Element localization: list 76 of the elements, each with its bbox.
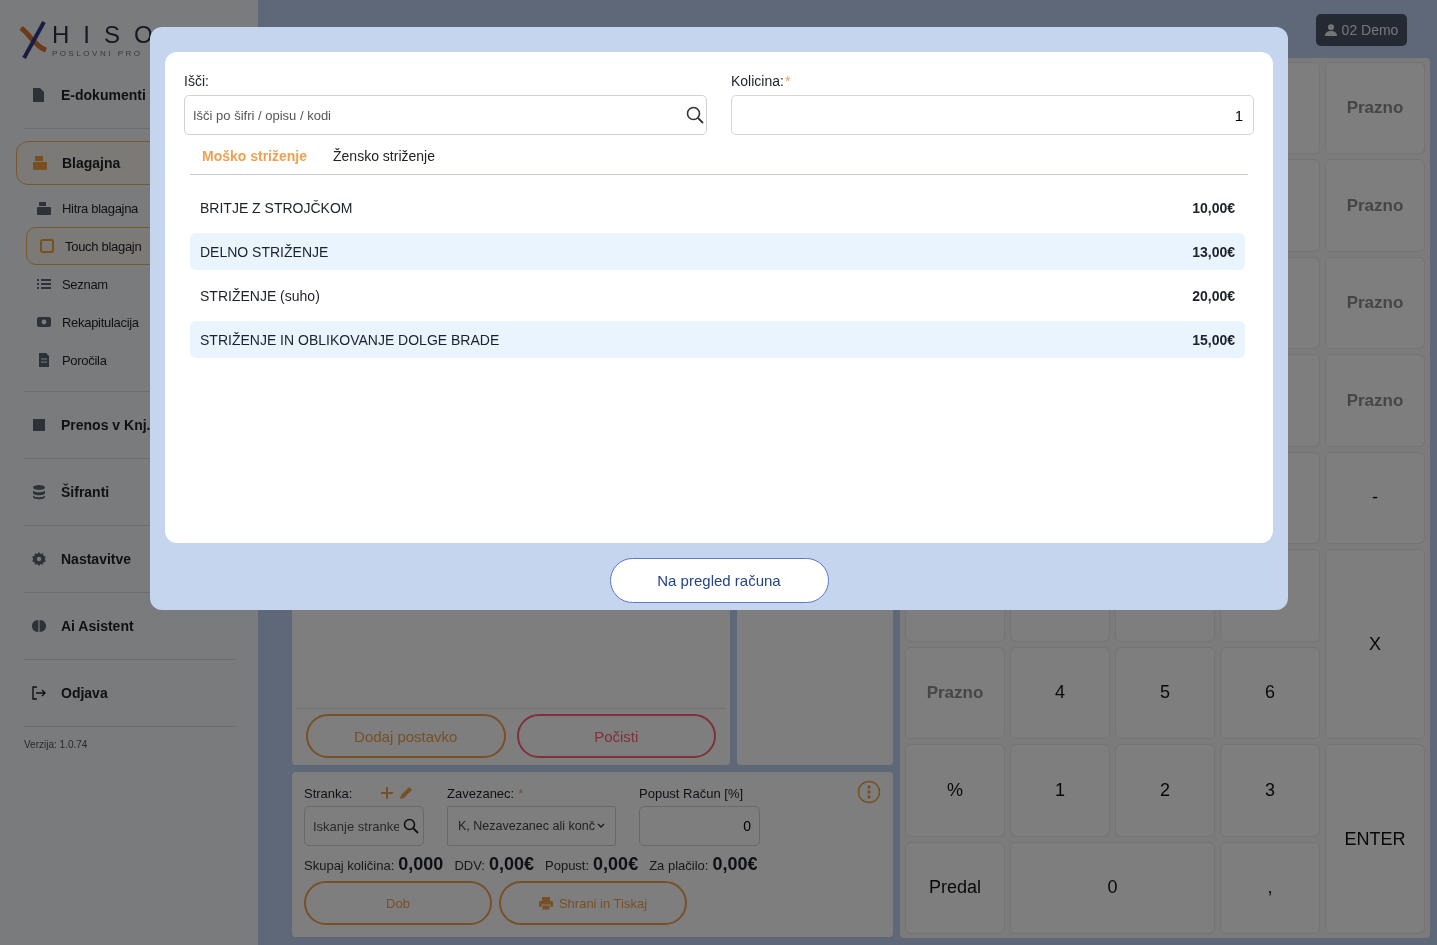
- product-row[interactable]: DELNO STRIŽENJE 13,00€: [190, 233, 1245, 270]
- search-icon: [403, 818, 419, 834]
- keypad-key[interactable]: ENTER: [1325, 744, 1425, 934]
- keypad-key[interactable]: Predal: [905, 841, 1005, 934]
- pencil-icon: [398, 785, 415, 801]
- product-row[interactable]: STRIŽENJE (suho) 20,00€: [190, 277, 1245, 314]
- version-text: Verzija: 1.0.74: [24, 739, 89, 750]
- product-price: 15,00€: [1192, 331, 1235, 348]
- keypad-key[interactable]: -: [1325, 451, 1425, 545]
- product-row[interactable]: BRITJE Z STROJČKOM 10,00€: [190, 189, 1245, 226]
- total-label: DDV:: [454, 858, 485, 873]
- product-price: 20,00€: [1192, 287, 1235, 304]
- discount-field[interactable]: 0: [639, 806, 760, 846]
- product-name: STRIŽENJE (suho): [200, 287, 320, 304]
- field-label: Stranka:: [304, 785, 353, 801]
- required-mark: *: [518, 785, 524, 801]
- brain-icon: [31, 618, 47, 634]
- product-name: BRITJE Z STROJČKOM: [200, 199, 353, 216]
- total-value: 0,00€: [712, 854, 758, 875]
- logo-mark-icon: [18, 20, 48, 60]
- taxpayer-select[interactable]: K, Nezavezanec ali konč: [447, 806, 616, 846]
- database-icon: [31, 484, 47, 500]
- logout-icon: [31, 685, 47, 701]
- book-icon: [31, 417, 47, 433]
- search-field[interactable]: Išči po šifri / opisu / kodi: [184, 95, 707, 135]
- field-label: Išči:: [184, 73, 210, 91]
- total-label: Popust:: [545, 858, 590, 873]
- file-icon: [31, 87, 47, 103]
- gear-icon: [31, 551, 47, 567]
- keypad-key[interactable]: 5: [1115, 646, 1215, 740]
- total-value: 0,00€: [488, 854, 534, 875]
- nav-item[interactable]: Odjava: [24, 660, 236, 726]
- cash-register-icon: [32, 155, 48, 171]
- banknote-icon: [36, 314, 52, 330]
- keypad-key[interactable]: 1: [1010, 744, 1110, 837]
- field-label: Kolicina:: [731, 73, 784, 91]
- nav-item[interactable]: Nastavitve: [24, 526, 236, 592]
- logo-text: HISO: [52, 22, 167, 47]
- keypad-key[interactable]: 0: [1010, 841, 1215, 934]
- total-label: Skupaj količina:: [304, 858, 395, 873]
- required-mark: *: [784, 73, 791, 91]
- product-price: 13,00€: [1192, 243, 1235, 260]
- search-icon: [686, 106, 704, 124]
- product-price: 10,00€: [1192, 199, 1235, 216]
- keypad-key[interactable]: 6: [1220, 646, 1320, 740]
- keypad-key[interactable]: X: [1325, 549, 1425, 740]
- nav-item[interactable]: Šifranti: [24, 459, 236, 525]
- keypad-key[interactable]: ,: [1220, 841, 1320, 934]
- keypad-key[interactable]: 3: [1220, 744, 1320, 837]
- cash-register-icon: [36, 200, 52, 216]
- product-row[interactable]: STRIŽENJE IN OBLIKOVANJE DOLGE BRADE 15,00€: [190, 321, 1245, 358]
- printer-icon: [538, 896, 553, 910]
- more-icon: [857, 780, 881, 804]
- customer-search-field[interactable]: Iskanje stranke: [304, 806, 424, 846]
- total-label: Za plačilo:: [649, 858, 709, 873]
- list-icon: [36, 276, 52, 292]
- field-label: Zavezanec:: [447, 785, 515, 801]
- chevron-icon: [596, 823, 605, 829]
- document-icon: [36, 352, 52, 368]
- category-tab[interactable]: Žensko striženje: [333, 145, 435, 167]
- user-button[interactable]: 02 Demo: [1316, 14, 1407, 46]
- tablet-icon: [39, 238, 55, 254]
- product-name: STRIŽENJE IN OBLIKOVANJE DOLGE BRADE: [200, 331, 500, 348]
- keypad-key[interactable]: 2: [1115, 744, 1215, 837]
- plus-icon: [380, 786, 395, 800]
- nav-item[interactable]: Prenos v Knj.: [24, 392, 236, 458]
- quantity-field[interactable]: 1: [731, 95, 1254, 135]
- review-button[interactable]: Na pregled računa: [609, 558, 829, 603]
- total-value: 0,00€: [593, 854, 639, 875]
- nav-item[interactable]: Ai Asistent: [24, 593, 236, 659]
- user-icon: [1324, 24, 1337, 36]
- logo-tagline: POSLOVNI PRO: [52, 48, 144, 58]
- keypad-key[interactable]: %: [905, 744, 1005, 837]
- field-label: Popust Račun [%]: [639, 784, 745, 802]
- keypad-key[interactable]: 4: [1010, 646, 1110, 740]
- total-value: 0,000: [398, 854, 444, 875]
